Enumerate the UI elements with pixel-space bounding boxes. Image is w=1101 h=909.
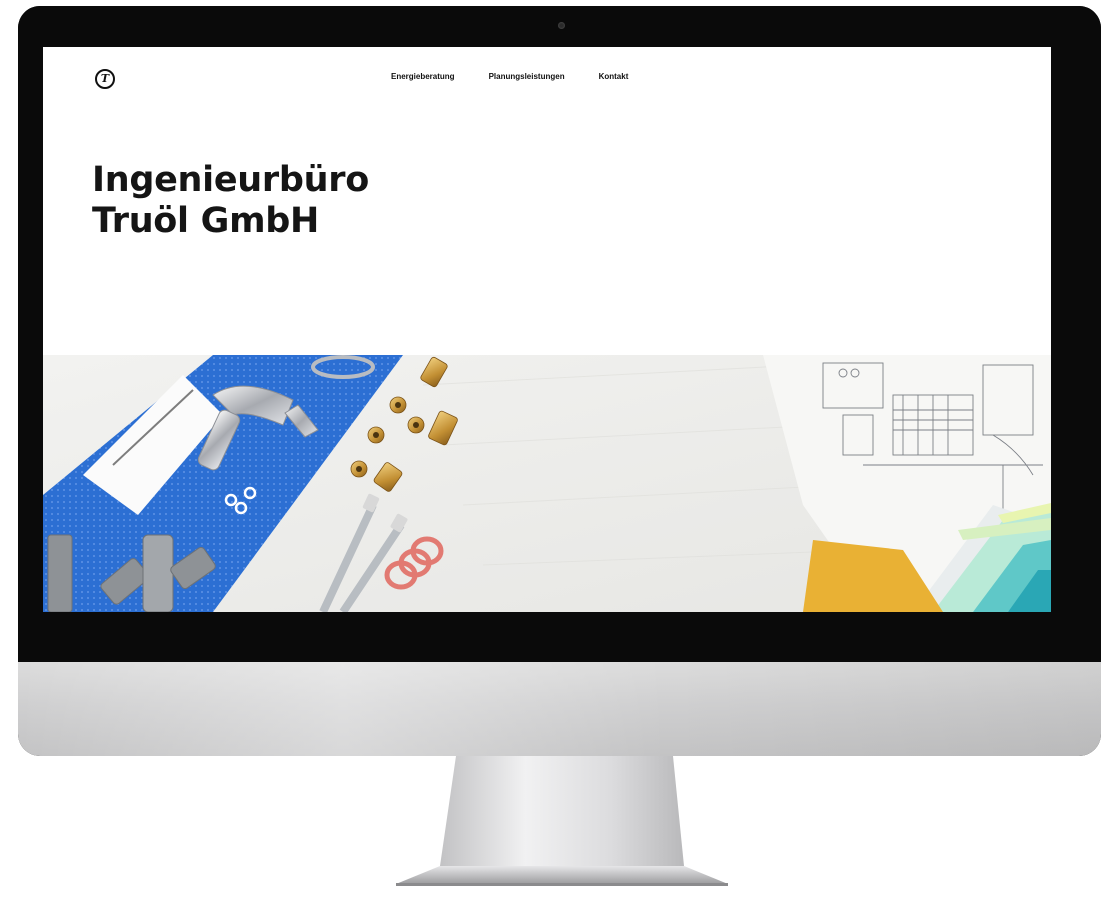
hero-title-line1: Ingenieurbüro (92, 160, 369, 200)
imac-stand (0, 756, 1101, 905)
logo-t-circle-icon[interactable]: T (95, 69, 115, 89)
hero-photo-illustration (43, 355, 1051, 612)
camera-icon (558, 22, 565, 29)
hero-image (43, 355, 1051, 612)
site-header: T Energieberatung Planungsleistungen Kon… (43, 47, 1051, 117)
hero-title-line2: Truöl GmbH (92, 201, 319, 241)
nav-link-kontakt[interactable]: Kontakt (599, 72, 629, 81)
nav-link-planungsleistungen[interactable]: Planungsleistungen (489, 72, 565, 81)
imac-chin (18, 662, 1101, 756)
website-screen: T Energieberatung Planungsleistungen Kon… (43, 47, 1051, 612)
main-nav: Energieberatung Planungsleistungen Konta… (391, 72, 628, 81)
nav-link-energieberatung[interactable]: Energieberatung (391, 72, 455, 81)
hero-title: Ingenieurbüro Truöl GmbH (92, 160, 369, 242)
